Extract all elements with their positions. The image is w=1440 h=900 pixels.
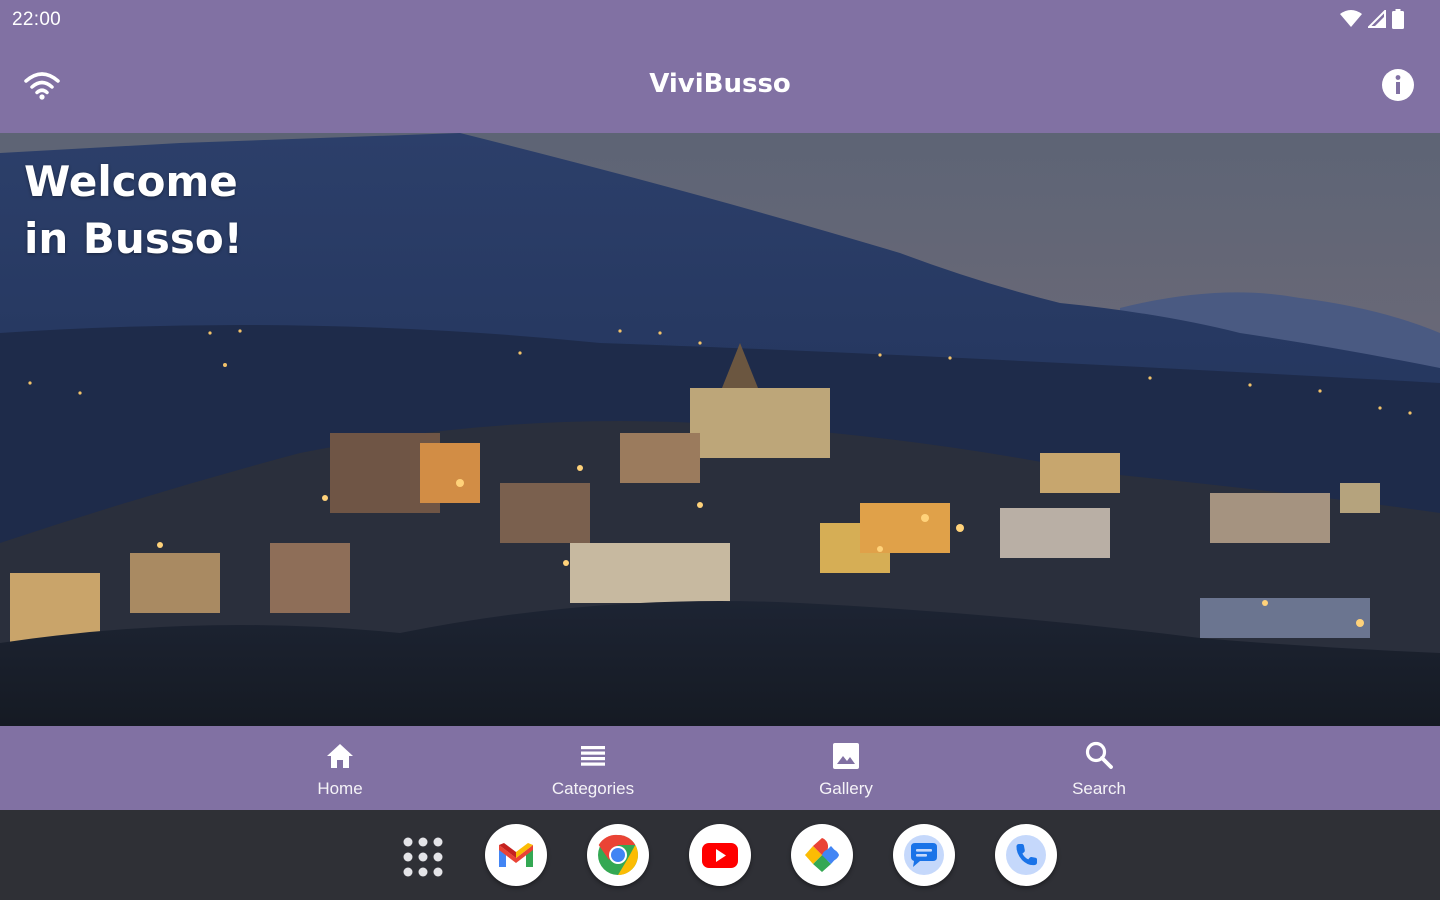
image-icon — [833, 743, 859, 769]
gmail-app[interactable] — [485, 824, 547, 886]
app-bar: ViviBusso — [0, 40, 1440, 133]
home-icon — [327, 744, 353, 768]
list-icon — [581, 746, 605, 766]
cell-signal-icon — [1368, 10, 1386, 28]
phone-app[interactable] — [995, 824, 1057, 886]
status-icons — [1340, 9, 1404, 29]
status-time: 22:00 — [12, 9, 62, 30]
gmail-icon — [499, 843, 533, 867]
messages-icon — [904, 835, 944, 875]
status-bar: 22:00 — [0, 0, 1440, 40]
youtube-app[interactable] — [689, 824, 751, 886]
info-icon[interactable] — [1380, 67, 1416, 103]
photos-icon — [805, 838, 839, 872]
youtube-icon — [702, 843, 738, 868]
chrome-app[interactable] — [587, 824, 649, 886]
wifi-signal-icon — [1340, 10, 1362, 27]
welcome-line-1: Welcome — [24, 157, 238, 206]
battery-icon — [1392, 9, 1404, 29]
bottom-navigation: Home Categories Gallery Search — [0, 726, 1440, 810]
hero-image: Welcome in Busso! — [0, 133, 1440, 726]
phone-icon — [1006, 835, 1046, 875]
nav-item-search[interactable]: Search — [999, 726, 1199, 810]
nav-item-gallery[interactable]: Gallery — [746, 726, 946, 810]
chrome-icon — [598, 834, 638, 875]
photos-app[interactable] — [791, 824, 853, 886]
app-drawer-icon[interactable] — [400, 834, 446, 880]
nav-label-categories: Categories — [551, 779, 635, 798]
taskbar — [0, 810, 1440, 900]
nav-item-home[interactable]: Home — [240, 726, 440, 810]
nav-label-search: Search — [1072, 779, 1126, 798]
nav-label-gallery: Gallery — [819, 779, 873, 798]
search-icon — [1085, 741, 1113, 769]
nav-label-home: Home — [317, 779, 363, 798]
welcome-heading: Welcome in Busso! — [24, 153, 424, 267]
nav-item-categories[interactable]: Categories — [493, 726, 693, 810]
app-title: ViviBusso — [649, 69, 791, 99]
messages-app[interactable] — [893, 824, 955, 886]
welcome-line-2: in Busso! — [24, 214, 243, 263]
